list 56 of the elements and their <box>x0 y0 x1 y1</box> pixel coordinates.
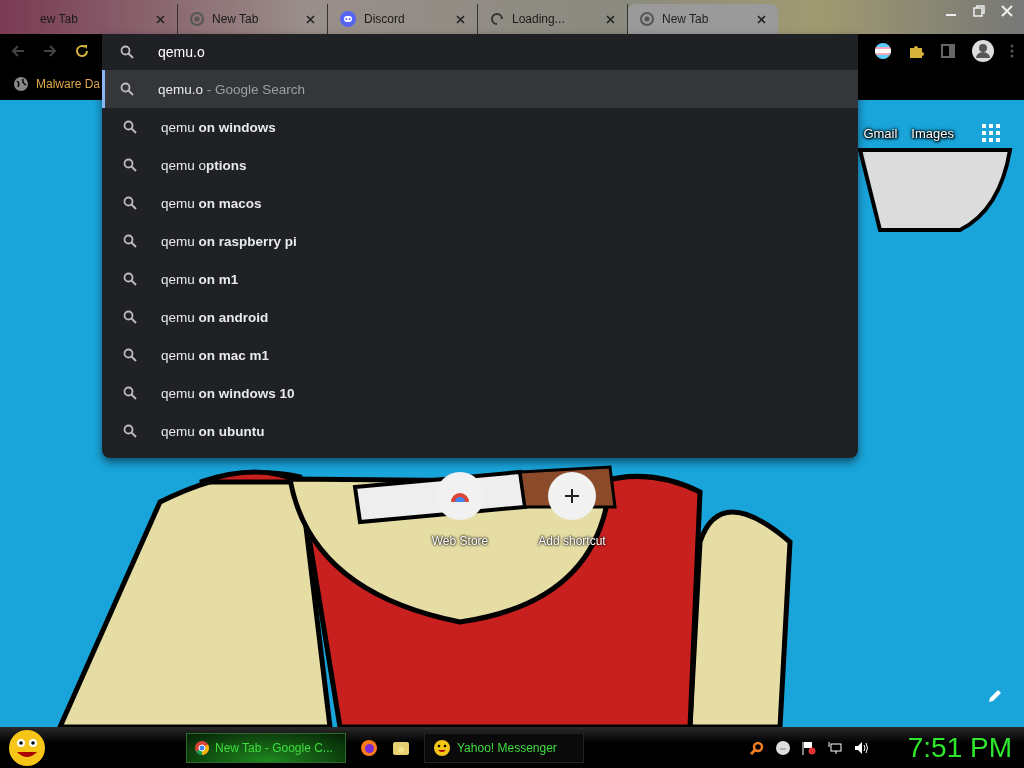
close-icon[interactable] <box>456 14 465 24</box>
search-icon <box>123 348 137 362</box>
taskbar-button[interactable]: New Tab - Google C... <box>186 732 346 763</box>
avatar-icon[interactable] <box>972 40 994 62</box>
suggestion-item[interactable]: qemu on raspberry pi <box>102 222 858 260</box>
search-icon <box>123 386 137 400</box>
reload-icon[interactable] <box>74 43 90 59</box>
suggestion-item[interactable]: qemu on mac m1 <box>102 336 858 374</box>
discord-icon <box>340 11 356 27</box>
menu-icon[interactable] <box>1010 43 1014 59</box>
clock: 7:51 PM <box>907 731 1012 764</box>
suggestion-item[interactable]: qemu on m1 <box>102 260 858 298</box>
firefox-icon <box>360 738 378 757</box>
search-icon <box>123 234 137 248</box>
search-icon <box>123 272 137 286</box>
apps-grid-icon[interactable] <box>982 124 1000 142</box>
puzzle-icon[interactable] <box>908 43 924 59</box>
flag-icon[interactable] <box>874 42 892 60</box>
search-icon <box>120 82 134 96</box>
chrome-icon <box>640 12 654 26</box>
smiley-icon[interactable] <box>8 728 46 767</box>
spinner-icon <box>490 12 504 26</box>
search-icon <box>123 120 137 134</box>
suggestion-item[interactable]: qemu on macos <box>102 184 858 222</box>
pencil-icon[interactable] <box>988 689 1002 703</box>
suggestion-item[interactable]: qemu on windows 10 <box>102 374 858 412</box>
browser-tab[interactable]: New Tab <box>628 4 778 34</box>
search-icon <box>123 424 137 438</box>
plus-icon <box>564 488 580 504</box>
chrome-icon <box>190 12 204 26</box>
suggestion-item[interactable]: qemu on ubuntu <box>102 412 858 450</box>
side-panel-icon[interactable] <box>940 43 956 59</box>
close-icon[interactable] <box>306 14 315 24</box>
suggestion-item[interactable]: qemu options <box>102 146 858 184</box>
suggestion-item[interactable]: qemu on windows <box>102 108 858 146</box>
taskbar-button[interactable]: Yahoo! Messenger <box>424 732 584 763</box>
speaker-icon[interactable] <box>853 740 870 755</box>
close-icon[interactable] <box>757 14 766 24</box>
face-icon[interactable] <box>775 740 790 755</box>
magnifier-icon[interactable] <box>749 740 764 755</box>
network-icon[interactable] <box>827 740 842 755</box>
bookmark-link[interactable]: Malware Da <box>36 77 101 91</box>
globe-icon <box>14 77 28 91</box>
chrome-icon <box>195 740 209 755</box>
suggestion-item[interactable]: qemu.o - Google Search <box>102 70 858 108</box>
address-field[interactable]: qemu.o <box>158 44 758 60</box>
close-icon[interactable] <box>156 14 165 24</box>
search-icon <box>120 45 134 59</box>
close-icon[interactable] <box>606 14 615 24</box>
search-icon <box>123 310 137 324</box>
search-icon <box>123 158 137 172</box>
flag-icon[interactable] <box>801 740 816 755</box>
suggestion-item[interactable]: qemu on android <box>102 298 858 336</box>
restore-icon[interactable] <box>972 4 986 18</box>
smiley-icon <box>433 738 451 757</box>
search-icon <box>123 196 137 210</box>
